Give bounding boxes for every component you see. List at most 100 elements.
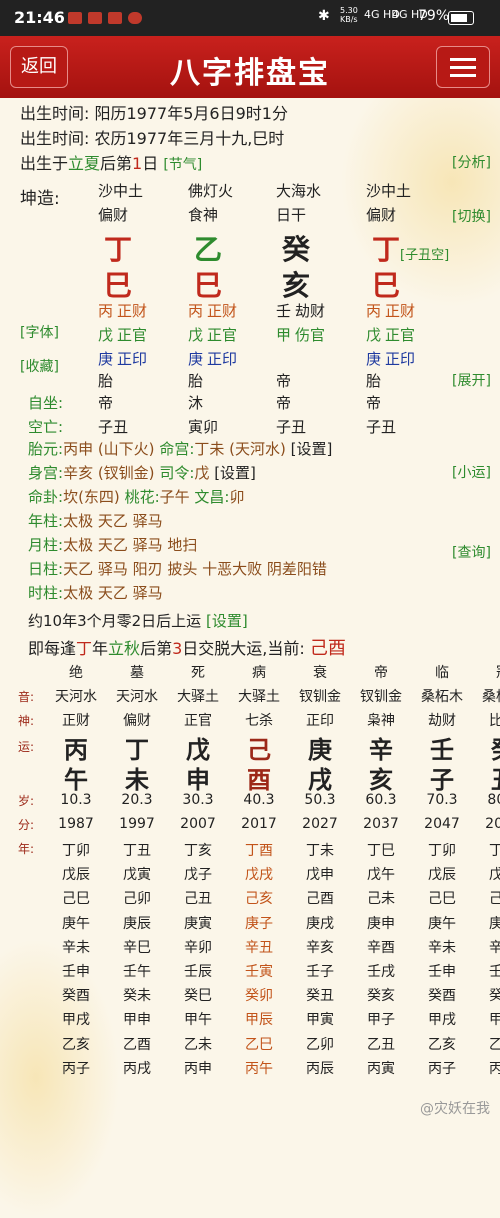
expand-link[interactable]: [展开]: [452, 370, 491, 390]
liunian-cell: 丁巳: [367, 843, 395, 859]
dayun-nayin: 钗钏金: [360, 689, 402, 705]
liunian-cell: 甲申: [489, 1012, 500, 1029]
liunian-cell: 丁卯: [428, 843, 456, 859]
dayun-branch: 丑: [473, 760, 500, 795]
xiaoyun-link[interactable]: [小运]: [452, 462, 491, 482]
pillar-stem: 丁: [104, 233, 133, 266]
liunian-cell: 甲戌: [62, 1012, 90, 1029]
hidden-stem: 戊正官: [366, 324, 415, 345]
liunian-cell: 甲申: [123, 1012, 151, 1029]
dayun-nayin: 钗钏金: [299, 689, 341, 705]
dayun-row-label: 分:: [18, 818, 35, 832]
dayun-shishen: 劫财: [428, 713, 456, 729]
liunian-cell: 癸酉: [428, 988, 456, 1005]
hidden-stem-char: 戊: [98, 326, 114, 344]
battery-icon: [448, 11, 474, 25]
hidden-stem-god: 正印: [207, 350, 238, 368]
liunian-cell: 辛巳: [123, 939, 151, 956]
liunian-cell: 辛巳: [489, 939, 500, 956]
dayun-row-label: 音:: [18, 690, 35, 704]
liunian-cell: 甲戌: [428, 1012, 456, 1029]
hidden-stem: 丙正财: [98, 300, 147, 321]
liunian-cell: 己亥: [245, 891, 273, 908]
hidden-stem-char: 庚: [366, 350, 382, 368]
liunian-cell: 庚申: [367, 915, 395, 932]
menu-button[interactable]: [436, 46, 490, 88]
hidden-stem: 戊正官: [188, 324, 237, 345]
bluetooth-icon: ✱: [318, 8, 330, 24]
settings-link[interactable]: [设置]: [206, 612, 248, 630]
liunian-cell: 癸巳: [184, 988, 212, 1005]
liunian-cell: 丙申: [184, 1060, 212, 1077]
dayun-branch: 酉: [247, 765, 271, 794]
menu-icon: [450, 66, 476, 69]
pillar-stem: 癸: [282, 233, 311, 266]
back-button[interactable]: 返回: [10, 46, 68, 88]
main-content: 出生时间: 阳历1977年5月6日9时1分 出生时间: 农历1977年三月十九,…: [0, 98, 500, 1218]
settings-link[interactable]: [设置]: [291, 440, 333, 458]
dayun-nayin: 大驿土: [177, 689, 219, 705]
nianzhu-row: 年柱:太极 天乙 驿马: [28, 512, 163, 530]
switch-link[interactable]: [切换]: [452, 206, 491, 226]
dayun-state: 墓: [130, 665, 144, 681]
settings-link[interactable]: [设置]: [214, 464, 256, 482]
dayun-shishen: 比肩: [489, 713, 500, 729]
hidden-stem-god: 正官: [117, 326, 148, 344]
liunian-cell: 辛未: [62, 939, 90, 956]
zizuo-label: 自坐:: [28, 394, 64, 412]
liunian-cell: 丙子: [428, 1060, 456, 1077]
dayun-shishen: 正印: [306, 713, 334, 729]
query-link[interactable]: [查询]: [452, 542, 491, 562]
pillar-zizuo: 帝: [276, 394, 292, 412]
font-link[interactable]: [字体]: [20, 322, 59, 342]
liunian-cell: 辛丑: [245, 939, 273, 956]
liunian-cell: 乙酉: [123, 1036, 151, 1053]
liunian-cell: 乙巳: [245, 1036, 273, 1053]
liunian-cell: 戊辰: [428, 867, 456, 884]
liunian-cell: 丁亥: [184, 843, 212, 859]
jieqi-link[interactable]: [节气]: [163, 157, 202, 173]
liunian-cell: 乙亥: [62, 1036, 90, 1053]
notification-icon: [68, 12, 82, 24]
liunian-cell: 乙卯: [306, 1036, 334, 1053]
kongwang-link[interactable]: [子丑空]: [400, 244, 449, 263]
pillar-stem: 乙: [194, 233, 223, 266]
pillar-branch: 巳: [194, 269, 223, 302]
liunian-cell: 己巳: [428, 891, 456, 908]
hidden-stem-god: 正财: [207, 302, 238, 320]
liunian-cell: 庚午: [428, 915, 456, 932]
birth-solar: 出生时间: 阳历1977年5月6日9时1分: [20, 104, 288, 123]
liunian-cell: 丁丑: [489, 843, 500, 859]
hidden-stem-char: 庚: [98, 350, 114, 368]
pillar-shishen: 偏财: [98, 206, 129, 224]
dayun-age: 50.3: [304, 792, 336, 808]
menu-icon: [450, 74, 476, 77]
hidden-stem-god: 正官: [207, 326, 238, 344]
liunian-cell: 己未: [367, 891, 395, 908]
liunian-cell: 丁酉: [245, 843, 273, 859]
liunian-cell: 己酉: [306, 891, 334, 908]
pillar-dishi: 胎: [98, 372, 114, 390]
dayun-shishen: 偏财: [123, 713, 151, 729]
hidden-stem: 庚正印: [188, 348, 237, 369]
watermark: @灾妖在我: [420, 1101, 490, 1117]
liunian-cell: 甲子: [367, 1012, 395, 1029]
analysis-link[interactable]: [分析]: [452, 152, 491, 172]
hidden-stem-char: 戊: [188, 326, 204, 344]
hidden-stem: 甲伤官: [276, 324, 325, 345]
liunian-cell: 庚午: [62, 915, 90, 932]
liunian-cell: 甲寅: [306, 1012, 334, 1029]
favorite-link[interactable]: [收藏]: [20, 356, 59, 376]
liunian-cell: 己巳: [62, 891, 90, 908]
liunian-cell: 己丑: [184, 891, 212, 908]
liunian-cell: 甲午: [184, 1012, 212, 1029]
pillar-branch: 巳: [104, 269, 133, 302]
pillar-kongwang: 子丑: [276, 418, 307, 436]
dayun-year: 2057: [485, 816, 500, 832]
liunian-cell: 辛酉: [367, 939, 395, 956]
pillar-branch: 亥: [282, 269, 311, 302]
liunian-cell: 癸未: [123, 988, 151, 1005]
hidden-stem: 丙正财: [188, 300, 237, 321]
pillar-shishen: 偏财: [366, 206, 397, 224]
dayun-branch: 子: [430, 765, 454, 794]
